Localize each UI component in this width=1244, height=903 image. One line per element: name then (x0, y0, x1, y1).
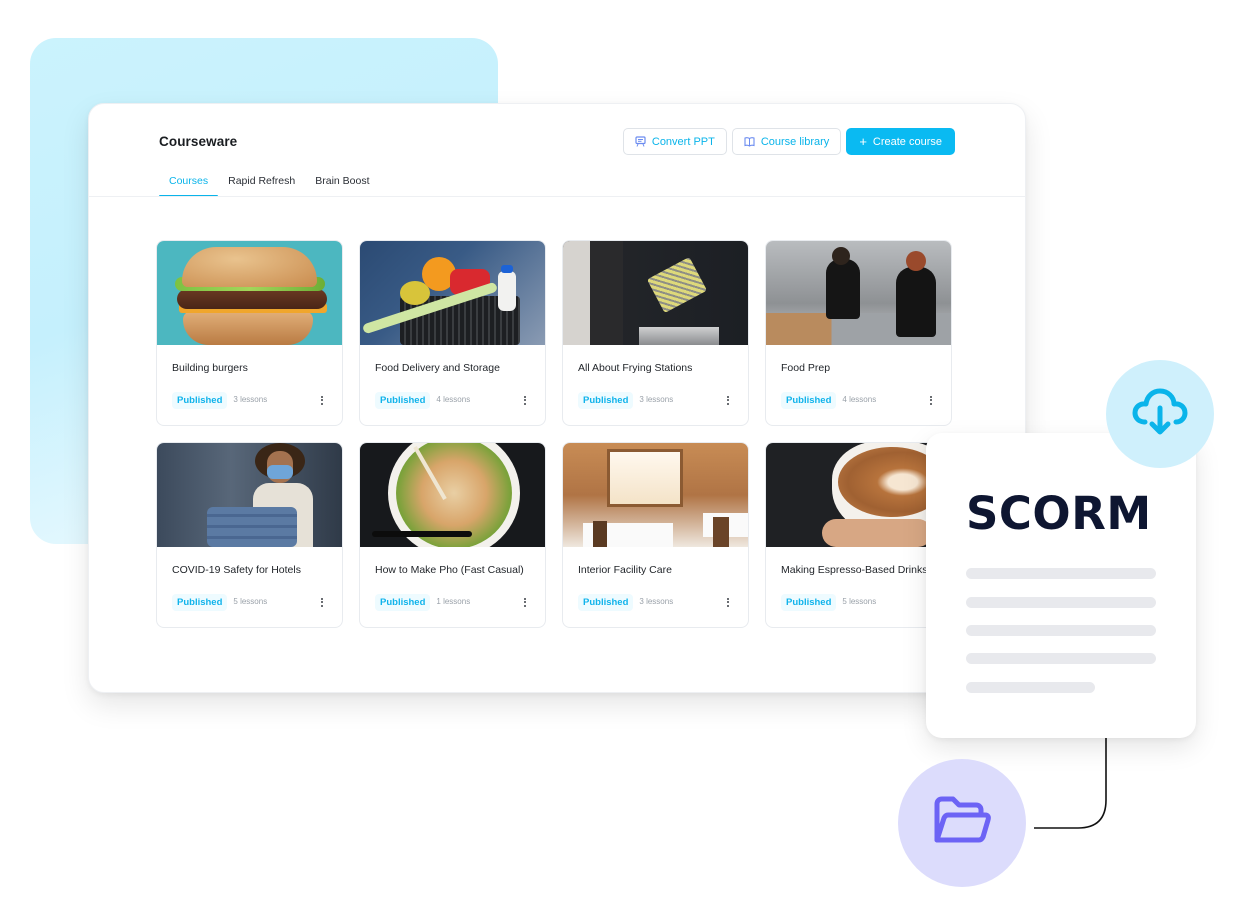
placeholder-line (966, 625, 1156, 636)
placeholder-line (966, 568, 1156, 579)
course-title: All About Frying Stations (578, 362, 693, 374)
tab-bar: Courses Rapid Refresh Brain Boost (159, 171, 380, 197)
course-footer: Published 3 lessons (172, 391, 327, 409)
course-title: Interior Facility Care (578, 564, 672, 576)
course-footer: Published 1 lessons (375, 593, 530, 611)
course-card[interactable]: Making Espresso-Based Drinks Published 5… (765, 442, 952, 628)
course-card[interactable]: Food Prep Published 4 lessons (765, 240, 952, 426)
course-thumbnail-burger (157, 241, 342, 345)
course-thumbnail-latte (766, 443, 951, 547)
header-actions: Convert PPT Course library + Create cour… (622, 128, 955, 155)
more-options-icon[interactable] (723, 595, 733, 609)
lesson-count: 3 lessons (639, 394, 674, 404)
status-badge: Published (375, 391, 431, 409)
course-card[interactable]: Building burgers Published 3 lessons (156, 240, 343, 426)
course-title: Making Espresso-Based Drinks (781, 564, 928, 576)
course-grid: Building burgers Published 3 lessons Foo… (156, 240, 952, 628)
convert-ppt-button[interactable]: Convert PPT (622, 128, 727, 155)
status-badge: Published (375, 593, 431, 611)
lesson-count: 3 lessons (639, 596, 674, 606)
course-thumbnail-kitchen-prep (766, 241, 951, 345)
create-course-button[interactable]: + Create course (846, 128, 955, 155)
lesson-count: 4 lessons (436, 394, 471, 404)
more-options-icon[interactable] (520, 595, 530, 609)
course-footer: Published 5 lessons (781, 593, 936, 611)
more-options-icon[interactable] (317, 393, 327, 407)
status-badge: Published (578, 593, 634, 611)
course-title: Food Delivery and Storage (375, 362, 500, 374)
tab-brain-boost[interactable]: Brain Boost (305, 171, 379, 195)
status-badge: Published (578, 391, 634, 409)
lesson-count: 5 lessons (842, 596, 877, 606)
status-badge: Published (172, 391, 228, 409)
course-title: Food Prep (781, 362, 831, 374)
tab-rapid-refresh[interactable]: Rapid Refresh (218, 171, 305, 195)
course-thumbnail-housekeeper (157, 443, 342, 547)
course-footer: Published 5 lessons (172, 593, 327, 611)
cloud-download-icon (1131, 386, 1189, 443)
lesson-count: 5 lessons (233, 596, 268, 606)
course-footer: Published 3 lessons (578, 593, 733, 611)
lesson-count: 3 lessons (233, 394, 268, 404)
presentation-icon (635, 136, 646, 147)
status-badge: Published (781, 391, 837, 409)
course-card[interactable]: COVID-19 Safety for Hotels Published 5 l… (156, 442, 343, 628)
status-badge: Published (781, 593, 837, 611)
more-options-icon[interactable] (317, 595, 327, 609)
course-title: How to Make Pho (Fast Casual) (375, 564, 524, 576)
course-thumbnail-restaurant (563, 443, 748, 547)
course-library-label: Course library (760, 135, 830, 148)
tab-courses[interactable]: Courses (159, 171, 219, 197)
scorm-title: SCORM (966, 487, 1152, 540)
course-thumbnail-fryer (563, 241, 748, 345)
course-footer: Published 4 lessons (781, 391, 936, 409)
course-card[interactable]: Food Delivery and Storage Published 4 le… (359, 240, 546, 426)
convert-ppt-label: Convert PPT (651, 135, 715, 148)
course-title: COVID-19 Safety for Hotels (172, 564, 301, 576)
course-library-button[interactable]: Course library (731, 128, 842, 155)
plus-icon: + (859, 133, 867, 149)
more-options-icon[interactable] (520, 393, 530, 407)
book-icon (744, 136, 755, 147)
status-badge: Published (172, 593, 228, 611)
page-title: Courseware (159, 134, 238, 149)
lesson-count: 4 lessons (842, 394, 877, 404)
folder-button[interactable] (898, 759, 1026, 887)
course-card[interactable]: How to Make Pho (Fast Casual) Published … (359, 442, 546, 628)
course-title: Building burgers (172, 362, 248, 374)
course-thumbnail-pho (360, 443, 545, 547)
courseware-panel: Courseware Convert PPT Course library + … (88, 103, 1026, 693)
folder-open-icon (931, 794, 993, 853)
course-footer: Published 4 lessons (375, 391, 530, 409)
more-options-icon[interactable] (723, 393, 733, 407)
tab-divider (89, 196, 1025, 197)
course-footer: Published 3 lessons (578, 391, 733, 409)
course-thumbnail-grocery (360, 241, 545, 345)
placeholder-line (966, 653, 1156, 664)
course-card[interactable]: Interior Facility Care Published 3 lesso… (562, 442, 749, 628)
lesson-count: 1 lessons (436, 596, 471, 606)
connector-line (1034, 738, 1107, 829)
placeholder-line (966, 597, 1156, 608)
placeholder-line (966, 682, 1095, 693)
download-button[interactable] (1106, 360, 1214, 468)
more-options-icon[interactable] (926, 393, 936, 407)
create-course-label: Create course (872, 135, 942, 148)
scorm-document-card: SCORM (926, 433, 1196, 738)
course-card[interactable]: All About Frying Stations Published 3 le… (562, 240, 749, 426)
